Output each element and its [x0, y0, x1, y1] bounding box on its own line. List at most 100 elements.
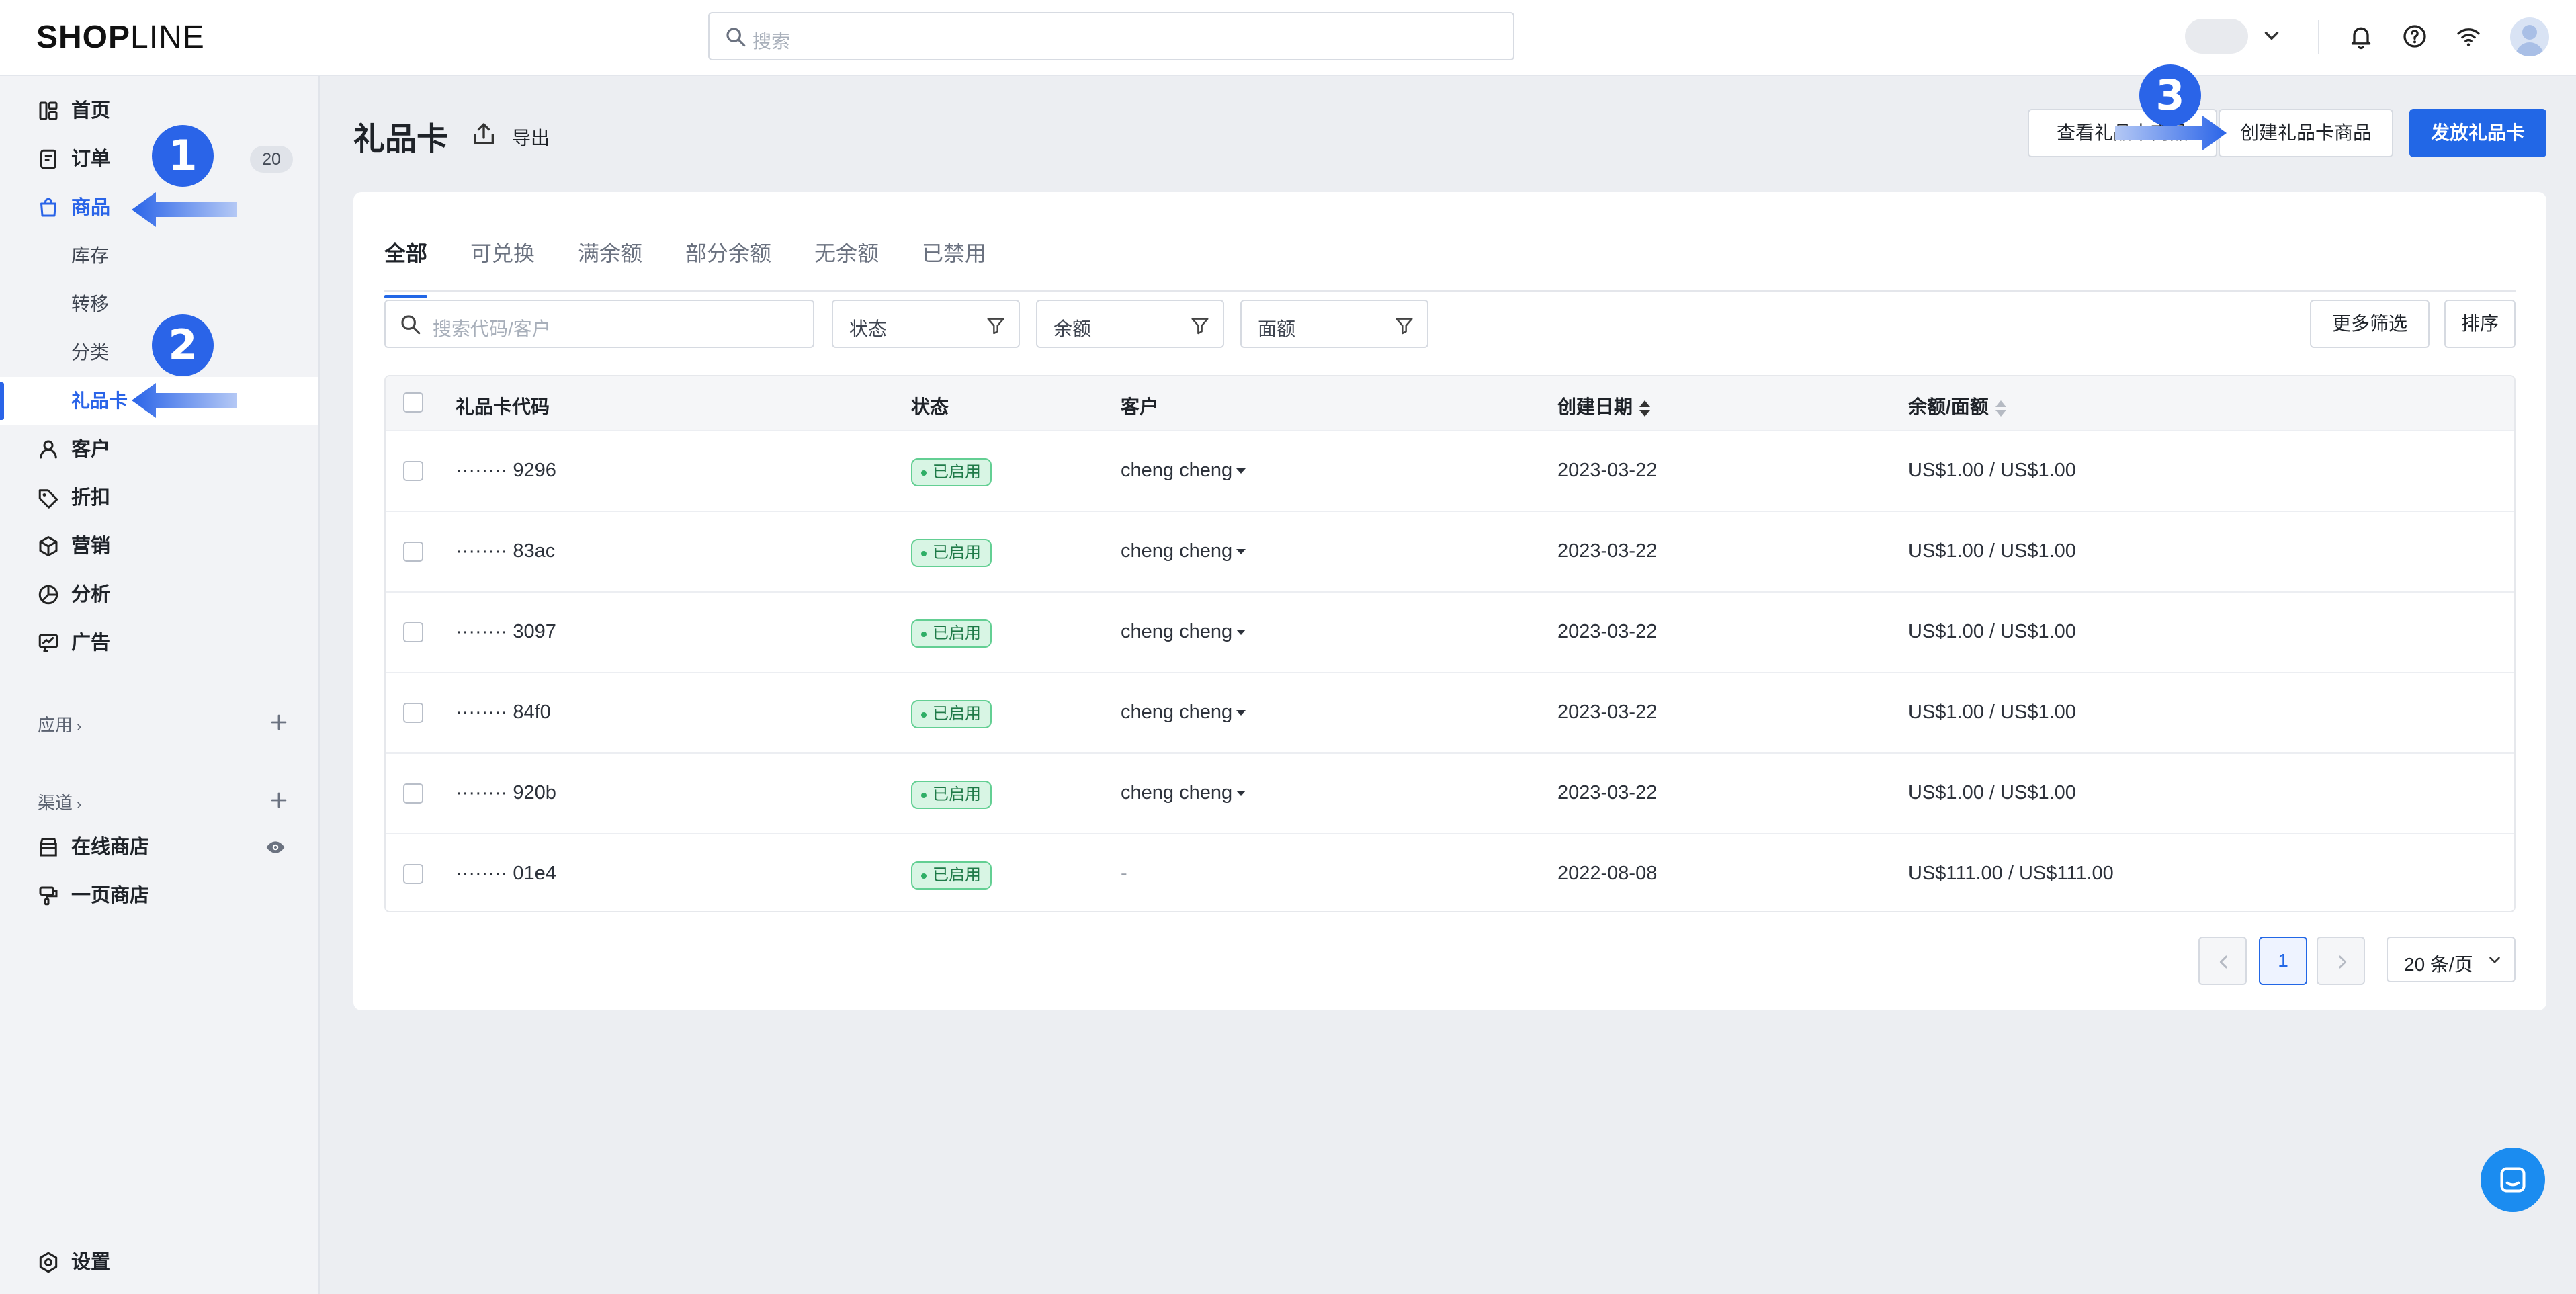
shopline-logo[interactable]: SHOPLINE	[36, 19, 205, 56]
column-header-code: 礼品卡代码	[456, 396, 550, 417]
sort-icon	[1995, 400, 2006, 417]
sidebar-subitem-transfers[interactable]: 转移	[0, 280, 318, 329]
sidebar-subitem-label: 库存	[71, 245, 110, 266]
annotation-arrow-icon	[132, 383, 237, 418]
gear-icon	[39, 1252, 58, 1273]
balance-value: US$111.00 / US$111.00	[1908, 863, 2114, 884]
sidebar-item-home[interactable]: 首页	[0, 87, 318, 135]
created-date: 2023-03-22	[1557, 460, 1658, 481]
gift-card-code[interactable]: ········ 920b	[456, 782, 556, 804]
row-checkbox[interactable]	[403, 703, 423, 723]
help-icon[interactable]	[2401, 23, 2428, 50]
row-checkbox[interactable]	[403, 622, 423, 642]
add-channel-plus-icon[interactable]	[267, 789, 290, 812]
more-filters-button[interactable]: 更多筛选	[2310, 300, 2430, 348]
sidebar-item-marketing[interactable]: 营销	[0, 522, 318, 570]
row-checkbox[interactable]	[403, 783, 423, 804]
tab-all[interactable]: 全部	[384, 236, 427, 298]
customer-dropdown[interactable]: cheng cheng	[1121, 701, 1246, 724]
chevron-down-icon[interactable]	[2260, 24, 2283, 47]
create-gift-card-product-button[interactable]: 创建礼品卡商品	[2219, 109, 2393, 157]
balance-value: US$1.00 / US$1.00	[1908, 701, 2076, 723]
column-header-balance[interactable]: 余额/面额	[1908, 392, 2008, 419]
balance-filter[interactable]: 余额	[1036, 300, 1224, 348]
add-app-plus-icon[interactable]	[267, 711, 290, 734]
eye-icon[interactable]	[263, 836, 288, 858]
sidebar-item-discounts[interactable]: 折扣	[0, 474, 318, 522]
tab-disabled[interactable]: 已禁用	[922, 236, 986, 267]
balance-value: US$1.00 / US$1.00	[1908, 621, 2076, 642]
page-size-select[interactable]: 20 条/页	[2387, 937, 2516, 982]
sidebar-channel-one-page-store[interactable]: 一页商店	[0, 871, 318, 920]
row-checkbox[interactable]	[403, 542, 423, 562]
sidebar-item-ads[interactable]: 广告	[0, 619, 318, 667]
sidebar-item-settings[interactable]: 设置	[0, 1238, 318, 1287]
wifi-icon[interactable]	[2455, 23, 2482, 50]
gift-card-code[interactable]: ········ 83ac	[456, 540, 555, 562]
avatar[interactable]	[2510, 17, 2549, 56]
annotation-arrow-icon	[132, 192, 237, 227]
gift-card-table: 礼品卡代码 状态 客户 创建日期 余额/面额 ········ 9296 已启用…	[384, 375, 2516, 912]
sidebar-channel-online-store[interactable]: 在线商店	[0, 823, 318, 871]
balance-value: US$1.00 / US$1.00	[1908, 460, 2076, 481]
customer-dropdown[interactable]: cheng cheng	[1121, 540, 1246, 562]
table-row[interactable]: ········ 9296 已启用 cheng cheng 2023-03-22…	[386, 430, 2514, 511]
page-number-button[interactable]: 1	[2259, 937, 2307, 985]
gift-card-code[interactable]: ········ 3097	[456, 621, 556, 643]
status-filter[interactable]: 状态	[832, 300, 1020, 348]
user-icon	[40, 440, 57, 459]
chat-icon	[2500, 1167, 2526, 1193]
tab-partial-balance[interactable]: 部分余额	[685, 236, 771, 267]
sidebar-item-label: 折扣	[71, 487, 111, 509]
issue-gift-card-button[interactable]: 发放礼品卡	[2409, 109, 2546, 157]
gift-card-code[interactable]: ········ 9296	[456, 460, 556, 482]
row-checkbox[interactable]	[403, 461, 423, 481]
table-row[interactable]: ········ 84f0 已启用 cheng cheng 2023-03-22…	[386, 672, 2514, 752]
customer-empty: -	[1121, 863, 1127, 884]
sort-icon	[1639, 400, 1651, 417]
bell-icon[interactable]	[2348, 23, 2374, 50]
tab-no-balance[interactable]: 无余额	[814, 236, 879, 267]
annotation-step-1: 1	[152, 125, 214, 187]
table-row[interactable]: ········ 3097 已启用 cheng cheng 2023-03-22…	[386, 591, 2514, 672]
customer-dropdown[interactable]: cheng cheng	[1121, 782, 1246, 804]
row-checkbox[interactable]	[403, 864, 423, 884]
gift-card-code[interactable]: ········ 84f0	[456, 701, 551, 724]
column-header-customer: 客户	[1121, 396, 1159, 417]
global-search-input[interactable]: 搜索	[708, 12, 1514, 60]
gift-card-code[interactable]: ········ 01e4	[456, 863, 556, 885]
sidebar-item-label: 分析	[71, 584, 111, 605]
column-header-created[interactable]: 创建日期	[1557, 392, 1651, 419]
created-date: 2022-08-08	[1557, 863, 1658, 884]
apps-section-header[interactable]: 应用 ›	[38, 711, 81, 736]
created-date: 2023-03-22	[1557, 621, 1658, 642]
annotation-step-3: 3	[2139, 64, 2201, 126]
sidebar-item-customers[interactable]: 客户	[0, 425, 318, 474]
table-row[interactable]: ········ 83ac 已启用 cheng cheng 2023-03-22…	[386, 511, 2514, 591]
store-icon	[40, 838, 57, 857]
customer-dropdown[interactable]: cheng cheng	[1121, 621, 1246, 643]
select-all-checkbox[interactable]	[403, 392, 423, 413]
sidebar-item-analytics[interactable]: 分析	[0, 570, 318, 619]
store-switcher[interactable]	[2185, 19, 2248, 54]
sort-button[interactable]: 排序	[2444, 300, 2516, 348]
table-row[interactable]: ········ 920b 已启用 cheng cheng 2023-03-22…	[386, 752, 2514, 833]
customer-dropdown[interactable]: cheng cheng	[1121, 460, 1246, 482]
home-icon	[39, 101, 58, 120]
channels-section-header[interactable]: 渠道 ›	[38, 789, 81, 814]
tab-redeemable[interactable]: 可兑换	[470, 236, 535, 267]
prev-page-button[interactable]	[2198, 937, 2247, 985]
user-avatar-icon	[2516, 25, 2544, 56]
status-badge: 已启用	[911, 539, 992, 567]
table-row[interactable]: ········ 01e4 已启用 - 2022-08-08 US$111.00…	[386, 833, 2514, 911]
status-badge: 已启用	[911, 458, 992, 486]
live-chat-button[interactable]	[2481, 1148, 2545, 1212]
code-customer-search-input[interactable]: 搜索代码/客户	[384, 300, 814, 348]
sidebar-item-label: 首页	[71, 100, 111, 122]
tab-full-balance[interactable]: 满余额	[578, 236, 642, 267]
sidebar-subitem-label: 分类	[71, 342, 110, 363]
denomination-filter[interactable]: 面额	[1240, 300, 1428, 348]
next-page-button[interactable]	[2317, 937, 2365, 985]
sidebar-subitem-inventory[interactable]: 库存	[0, 232, 318, 280]
chevron-right-icon: ›	[77, 718, 82, 734]
